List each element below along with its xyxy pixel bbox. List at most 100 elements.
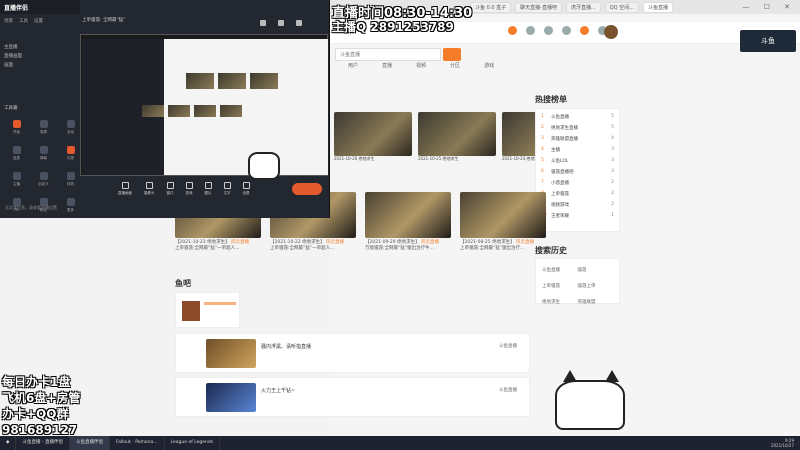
browser-tab[interactable]: 斗鱼 0.0 盒子 <box>470 1 512 13</box>
window-controls[interactable]: — ☐ ✕ <box>742 3 796 11</box>
history-item[interactable]: 斗鱼直播 <box>542 267 578 273</box>
toolbar-button[interactable]: 直播画面 <box>118 182 132 196</box>
tool-label: 更多 <box>67 208 74 212</box>
taskbar-item[interactable]: League of Legends <box>165 436 221 450</box>
start-stream-button[interactable] <box>292 183 322 195</box>
video-title[interactable]: 上单骚聂:全网最“猛”一单超人... <box>175 246 239 251</box>
video-thumbnail[interactable] <box>418 112 496 156</box>
preview-canvas[interactable] <box>80 34 328 176</box>
history-item[interactable]: 上单骚聂 <box>542 283 578 289</box>
tool-button[interactable]: 开始 <box>5 120 28 138</box>
video-card[interactable]: 【2021-09-29 绝地求生】 风云直播 万能骚聂:全网最“猛”腿出治疗牛..… <box>365 192 451 252</box>
rank-item[interactable]: 9视频游戏2 <box>536 199 619 210</box>
minimize-icon[interactable] <box>278 20 284 26</box>
post-thumbnail[interactable] <box>206 339 256 368</box>
history-item[interactable]: 英雄联盟 <box>578 299 614 305</box>
close-icon[interactable] <box>296 20 302 26</box>
video-card[interactable]: 2021-10-25 绝地求生 <box>418 112 496 164</box>
taskbar-item[interactable]: 斗鱼直播伴侣 <box>69 436 110 450</box>
tool-button[interactable]: 特效 <box>59 172 82 190</box>
post-title[interactable]: 骚内浮黑、请听指直播 <box>261 343 311 350</box>
stream-title[interactable]: 上单骚聂: 全网最“猛” <box>82 17 126 23</box>
system-clock[interactable]: 9:29 2021/10/27 <box>771 438 794 448</box>
toolbar-button[interactable]: 图片 <box>204 182 212 196</box>
toolbar-button[interactable]: 游戏 <box>185 182 193 196</box>
follow-icon[interactable] <box>526 26 535 35</box>
nav-item[interactable]: 游戏 <box>484 62 494 72</box>
browser-tab[interactable]: 虎牙直播... <box>565 1 601 13</box>
history-icon[interactable] <box>544 26 553 35</box>
app-menu: 场景 工具 设置 <box>4 18 43 24</box>
video-thumbnail[interactable] <box>365 192 451 238</box>
nav-item[interactable]: 视频 <box>416 62 426 72</box>
taskbar-item[interactable]: Fallout - Pomona... <box>110 436 165 450</box>
rank-item[interactable]: 5 斗鱼LOL 3 <box>536 155 619 166</box>
video-title[interactable]: 上单骚聂:全网最“猛”一单超人... <box>270 246 334 251</box>
search-input[interactable]: 斗鱼直播 <box>335 48 441 61</box>
live-icon[interactable] <box>580 26 589 35</box>
scene-item[interactable]: 主直播 <box>4 43 22 52</box>
nav-item[interactable]: 分区 <box>450 62 460 72</box>
video-title[interactable]: 上单骚聂:全网最“猛”腿出治疗... <box>460 246 524 251</box>
toolbar-button[interactable]: 全屏 <box>242 182 250 196</box>
history-item[interactable]: 绝地求生 <box>542 299 578 305</box>
video-tag: 风云直播 <box>516 240 535 245</box>
post-title[interactable]: 火力王上千钻~ <box>261 387 295 394</box>
tool-button[interactable]: 录屏 <box>32 120 55 138</box>
history-item[interactable]: 骚聂上单 <box>578 283 614 289</box>
start-icon[interactable]: ◆ <box>0 436 17 450</box>
rank-number: 5 <box>541 158 544 163</box>
search-button[interactable] <box>443 48 461 61</box>
scene-item[interactable]: 直播画面 <box>4 52 22 61</box>
video-card[interactable]: 【2021-08-25 绝地求生】 风云直播 上单骚聂:全网最“猛”腿出治疗... <box>460 192 546 252</box>
video-card[interactable]: 2021-10-26 绝地求生 <box>334 112 412 164</box>
preview-thumbnail <box>168 105 190 117</box>
home-icon[interactable] <box>508 26 517 35</box>
menu-item[interactable]: 场景 <box>4 18 13 24</box>
video-thumbnail[interactable] <box>460 192 546 238</box>
post-meta: 斗鱼直播 <box>499 388 517 393</box>
browser-tab-active[interactable]: 斗鱼直播 <box>642 1 673 13</box>
post-item[interactable]: 火力王上千钻~ 斗鱼直播 <box>175 377 530 417</box>
tool-button[interactable]: 弹幕 <box>32 146 55 164</box>
tool-button[interactable]: 连麦 <box>5 146 28 164</box>
yuba-card[interactable] <box>175 292 240 328</box>
tool-icon <box>66 172 75 180</box>
tool-label: 礼物 <box>67 156 74 160</box>
rank-item[interactable]: 6 骚聂直播吧 3 <box>536 166 619 177</box>
tool-button[interactable]: 自定义 <box>32 172 55 190</box>
toolbar-button[interactable]: 窗口 <box>166 182 174 196</box>
avatar[interactable] <box>604 25 618 39</box>
menu-item[interactable]: 设置 <box>34 18 43 24</box>
rank-item[interactable]: 1 斗鱼直播 5 <box>536 111 619 122</box>
browser-tab[interactable]: 聊天直播-直播吧 <box>515 1 562 13</box>
video-thumbnail[interactable] <box>334 112 412 156</box>
toolbar-button[interactable]: 文字 <box>223 182 231 196</box>
rank-name: 小悠直播 <box>551 180 569 186</box>
post-thumbnail[interactable] <box>206 383 256 412</box>
rank-item[interactable]: 4 主播 3 <box>536 144 619 155</box>
post-item[interactable]: 骚内浮黑、请听指直播 斗鱼直播 <box>175 333 530 373</box>
tool-button[interactable]: 礼物 <box>59 146 82 164</box>
cat-ear <box>605 370 619 382</box>
settings-icon[interactable] <box>260 20 266 26</box>
tool-button[interactable]: 互动 <box>59 120 82 138</box>
rank-item[interactable]: 3 英雄联盟直播 4 <box>536 133 619 144</box>
rank-item[interactable]: 8上单骚聂2 <box>536 188 619 199</box>
preview-thumbnail <box>186 73 214 89</box>
scene-item[interactable]: 画面 <box>4 61 22 70</box>
rank-item[interactable]: 10王者荣耀1 <box>536 210 619 221</box>
tool-button[interactable]: 更多 <box>59 198 82 216</box>
menu-item[interactable]: 工具 <box>19 18 28 24</box>
history-item[interactable]: 骚聂 <box>578 267 614 273</box>
browser-tab[interactable]: QQ 空间... <box>604 1 639 13</box>
video-title[interactable]: 万能骚聂:全网最“猛”腿出治疗牛... <box>365 246 434 251</box>
message-icon[interactable] <box>562 26 571 35</box>
tool-button[interactable]: 主播 <box>5 172 28 190</box>
rank-item[interactable]: 7 小悠直播 2 <box>536 177 619 188</box>
nav-item[interactable]: 直播 <box>382 62 392 72</box>
rank-item[interactable]: 2 绝地求生直播 5 <box>536 122 619 133</box>
nav-item[interactable]: 用户 <box>348 62 358 72</box>
toolbar-button[interactable]: 摄像头 <box>144 182 155 196</box>
taskbar-item[interactable]: 斗鱼直播 - 直播伴侣 <box>16 436 70 450</box>
